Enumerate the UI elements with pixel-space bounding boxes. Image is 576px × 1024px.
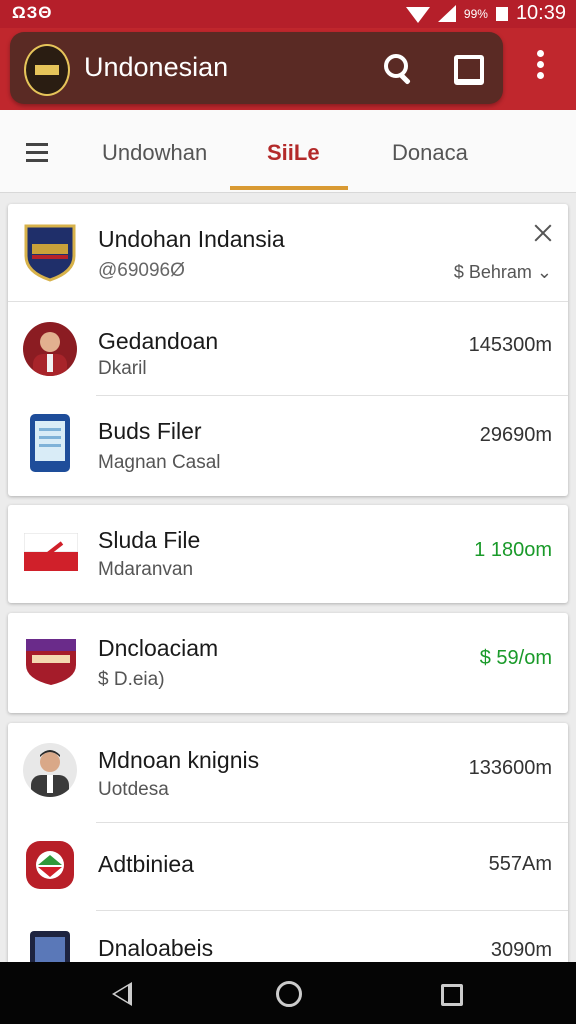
avatar (23, 322, 77, 376)
list-item-value: 133600m (468, 757, 552, 779)
list-item[interactable]: Sluda File Mdaranvan 1 180om (8, 505, 568, 603)
flag-icon (24, 533, 78, 571)
list-item-title: Buds Filer (98, 418, 202, 444)
hamburger-menu-icon[interactable] (26, 143, 48, 167)
list-item-subtitle: $ D.eia) (98, 669, 165, 690)
app-bar: Undonesian (10, 32, 503, 104)
header-row[interactable]: Undohan Indansia @69096Ø $ Behram ⌄ (8, 204, 568, 302)
list-item-value: 145300m (468, 334, 552, 356)
clock: 10:39 (515, 2, 566, 24)
list-item-value: 3090m (490, 939, 552, 961)
avatar (23, 743, 77, 797)
tab-undowhan[interactable]: Undowhan (102, 140, 207, 166)
search-icon[interactable] (378, 48, 418, 88)
list-item-value: $ 59/om (479, 647, 552, 669)
list-item-value: 1 180om (474, 539, 552, 561)
list-item[interactable]: Mdnoan knignis Uotdesa 133600m (8, 723, 568, 823)
shield-logo-icon (26, 639, 76, 685)
back-icon[interactable] (112, 982, 132, 1006)
active-tab-indicator (230, 186, 348, 190)
tab-donaca[interactable]: Donaca (392, 140, 468, 166)
app-logo (24, 44, 70, 96)
card-group-2: Sluda File Mdaranvan 1 180om (8, 505, 568, 603)
card-group-1: Undohan Indansia @69096Ø $ Behram ⌄ Geda… (8, 204, 568, 496)
app-title: Undonesian (84, 52, 229, 82)
status-right: 99% 10:39 (405, 2, 566, 25)
status-bar: ΩЗΘ 99% 10:39 (0, 0, 576, 28)
system-navigation-bar (0, 962, 576, 1024)
app-icon (26, 841, 74, 889)
card-group-4: Mdnoan knignis Uotdesa 133600m Adtbiniea… (8, 723, 568, 985)
signal-icon (437, 5, 456, 22)
list-item[interactable]: Adtbiniea 557Am (8, 823, 568, 911)
recent-apps-icon[interactable] (441, 984, 463, 1006)
list-item-title: Dncloaciam (98, 635, 219, 661)
tab-siile[interactable]: SiiLe (267, 140, 320, 166)
battery-percent: 99% (463, 6, 488, 21)
list-item[interactable]: Buds Filer Magnan Casal 29690m (8, 396, 568, 496)
list-item-subtitle: Magnan Casal (98, 452, 221, 473)
list-item-title: Adtbiniea (98, 851, 194, 877)
chat-icon[interactable] (448, 48, 488, 88)
wifi-icon (405, 6, 430, 23)
list-item[interactable]: Gedandoan Dkaril 145300m (8, 302, 568, 396)
card-group-3: Dncloaciam $ D.eia) $ 59/om (8, 613, 568, 713)
close-icon[interactable] (532, 222, 554, 244)
tab-bar: Undowhan SiiLe Donaca (0, 110, 576, 193)
header-title: Undohan Indansia (98, 226, 285, 252)
list-item[interactable]: Dncloaciam $ D.eia) $ 59/om (8, 613, 568, 713)
home-icon[interactable] (276, 981, 302, 1007)
battery-icon (495, 6, 508, 21)
header-subtitle: @69096Ø (98, 260, 185, 281)
document-file-icon (30, 414, 70, 472)
list-item-title: Gedandoan (98, 328, 219, 354)
list-item-title: Sluda File (98, 527, 201, 553)
list-item-subtitle: Mdaranvan (98, 559, 194, 580)
list-item-title: Mdnoan knignis (98, 747, 260, 773)
status-left-text: ΩЗΘ (12, 3, 53, 22)
list-item-title: Dnaloabeis (98, 935, 214, 961)
team-crest-icon (24, 224, 76, 282)
list-item-subtitle: Uotdesa (98, 779, 169, 800)
more-options-icon[interactable] (528, 50, 552, 86)
list-item-subtitle: Dkaril (98, 358, 147, 379)
header-action[interactable]: $ Behram ⌄ (454, 262, 552, 283)
list-item-value: 557Am (488, 853, 552, 875)
list-item-value: 29690m (479, 424, 552, 446)
